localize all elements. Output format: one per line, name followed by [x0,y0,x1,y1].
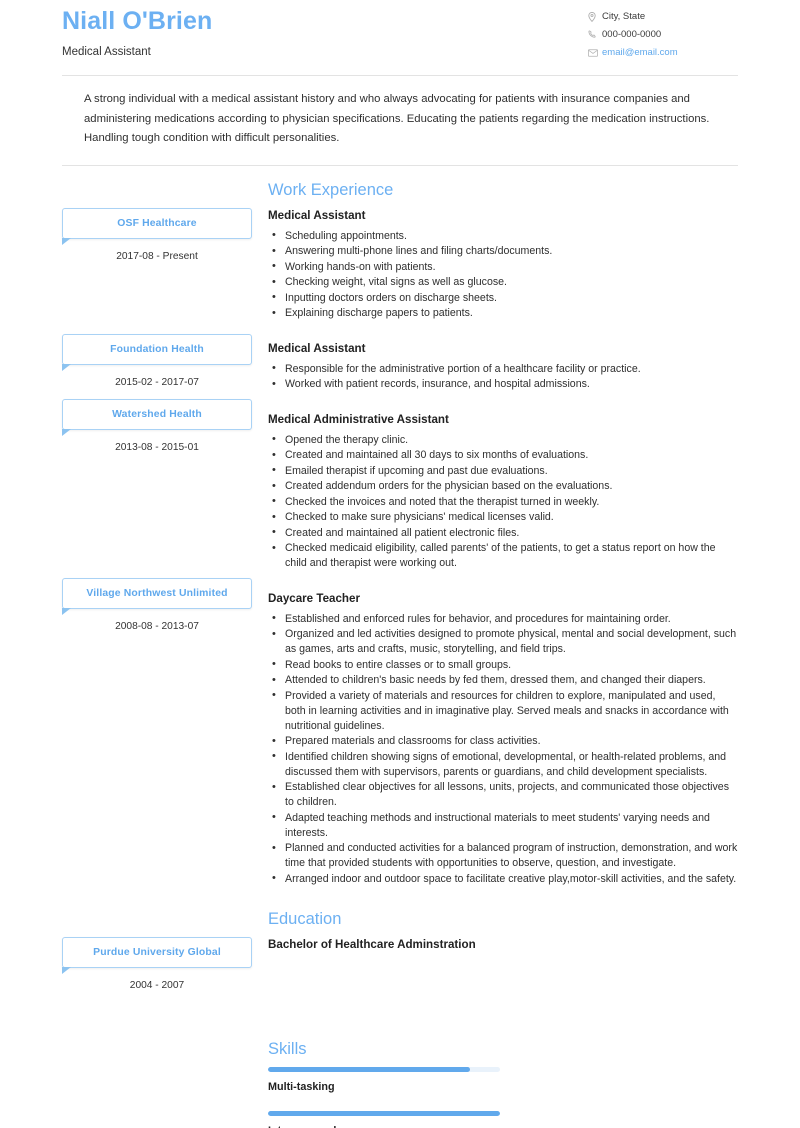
work-bullet: Emailed therapist if upcoming and past d… [268,463,738,479]
skill-bar [268,1111,500,1116]
resume-header: Niall O'Brien Medical Assistant City, St… [62,0,738,63]
work-bullets-0: Scheduling appointments. Answering multi… [268,228,738,322]
work-bullet: Prepared materials and classrooms for cl… [268,734,738,749]
work-bullet: Created addendum orders for the physicia… [268,479,738,494]
work-position-3: Daycare Teacher [268,591,360,605]
work-bullet: Arranged indoor and outdoor space to fac… [268,871,738,887]
contact-phone-row: 000-000-0000 [588,27,738,42]
work-company-block-3: Village Northwest Unlimited [62,577,252,615]
resume-page: Niall O'Brien Medical Assistant City, St… [0,0,800,1128]
work-company-block-1: Foundation Health [62,333,252,371]
work-entry-2: Medical Administrative Assistant Opened … [268,412,738,572]
education-degree-0: Bachelor of Healthcare Adminstration [268,938,476,951]
work-position-0: Medical Assistant [268,208,366,222]
skill-bar-fill [268,1067,470,1072]
work-left-rail: OSF Healthcare 2017-08 - Present Foundat… [62,180,252,632]
work-bullet: Worked with patient records, insurance, … [268,377,738,392]
work-bullet: Established and enforced rules for behav… [268,611,738,627]
work-dates-1: 2015-02 - 2017-07 [115,376,199,388]
work-right-content: Work Experience Medical Assistant Schedu… [252,180,738,888]
work-bullet: Provided a variety of materials and reso… [268,688,738,734]
education-title: Education [268,910,342,928]
work-bullet: Working hands-on with patients. [268,259,738,275]
work-company-name-3: Village Northwest Unlimited [62,577,252,615]
work-dates-0: 2017-08 - Present [116,250,198,262]
identity-block: Niall O'Brien Medical Assistant [62,4,212,59]
work-bullet: Checked to make sure physicians' medical… [268,510,738,525]
phone-icon [588,30,602,39]
work-position-1: Medical Assistant [268,341,366,355]
contact-email-row[interactable]: email@email.com [588,45,738,60]
education-dates-0: 2004 - 2007 [129,980,185,991]
contact-location-text: City, State [602,11,646,22]
work-company-block-2: Watershed Health [62,398,252,436]
education-left-rail: Purdue University Global 2004 - 2007 [62,909,252,991]
work-bullet: Established clear objectives for all les… [268,780,738,810]
work-bullet: Checked the invoices and noted that the … [268,494,738,510]
skill-item: Multi-tasking [268,1067,500,1094]
skills-title: Skills [268,1040,307,1058]
work-bullets-1: Responsible for the administrative porti… [268,361,738,393]
work-bullets-2: Opened the therapy clinic. Created and m… [268,432,738,572]
work-bullet: Attended to children's basic needs by fe… [268,673,738,688]
work-bullet: Opened the therapy clinic. [268,432,738,448]
work-bullets-3: Established and enforced rules for behav… [268,611,738,887]
contact-email-text[interactable]: email@email.com [602,45,678,60]
work-bullet: Scheduling appointments. [268,228,738,244]
candidate-name: Niall O'Brien [62,7,213,35]
candidate-job-title: Medical Assistant [62,46,151,58]
work-position-2: Medical Administrative Assistant [268,412,449,426]
skill-item: Interpersonal [268,1111,500,1128]
work-entry-3: Daycare Teacher Established and enforced… [268,591,738,887]
work-bullet: Created and maintained all 30 days to si… [268,448,738,463]
work-bullet: Answering multi-phone lines and filing c… [268,244,738,259]
work-bullet: Identified children showing signs of emo… [268,749,738,780]
envelope-icon [588,48,602,57]
work-entry-1: Medical Assistant Responsible for the ad… [268,341,738,393]
work-experience-title: Work Experience [268,180,394,199]
skill-label: Multi-tasking [268,1081,335,1093]
work-dates-3: 2008-08 - 2013-07 [115,620,199,632]
work-company-name-1: Foundation Health [62,333,252,371]
work-bullet: Inputting doctors orders on discharge sh… [268,290,738,306]
education-school-block-0: Purdue University Global [62,937,252,974]
work-bullet: Adapted teaching methods and instruction… [268,810,738,841]
skill-bar [268,1067,500,1072]
work-bullet: Explaining discharge papers to patients. [268,306,738,321]
work-dates-2: 2013-08 - 2015-01 [115,441,199,453]
work-bullet: Checked medicaid eligibility, called par… [268,541,738,571]
skills-right-content: Skills Multi-tasking Interpersonal Medic… [252,1037,738,1128]
education-section: Purdue University Global 2004 - 2007 Edu… [62,909,738,991]
education-school-name-0: Purdue University Global [62,937,252,974]
professional-summary: A strong individual with a medical assis… [84,93,710,144]
skills-grid: Multi-tasking Interpersonal Medical Tran… [268,1067,738,1128]
work-experience-section: OSF Healthcare 2017-08 - Present Foundat… [62,166,738,888]
education-right-content: Education Bachelor of Healthcare Adminst… [252,909,738,958]
work-bullet: Organized and led activities designed to… [268,627,738,657]
work-bullet: Checking weight, vital signs as well as … [268,275,738,290]
skill-label: Interpersonal [268,1124,500,1128]
work-company-block-0: OSF Healthcare [62,207,252,245]
contact-phone-text: 000-000-0000 [602,29,662,40]
work-company-name-2: Watershed Health [62,398,252,436]
work-entry-0: Medical Assistant Scheduling appointment… [268,208,738,322]
work-bullet: Responsible for the administrative porti… [268,361,738,377]
contact-location-row: City, State [588,9,738,24]
map-pin-icon [588,11,602,22]
work-bullet: Read books to entire classes or to small… [268,657,738,673]
skill-bar-fill [268,1111,500,1116]
work-company-name-0: OSF Healthcare [62,207,252,245]
work-bullet: Created and maintained all patient elect… [268,525,738,541]
contact-block: City, State 000-000-0000 email@email.com [588,4,738,63]
skills-section: Skills Multi-tasking Interpersonal Medic… [62,991,738,1128]
work-bullet: Planned and conducted activities for a b… [268,841,738,871]
